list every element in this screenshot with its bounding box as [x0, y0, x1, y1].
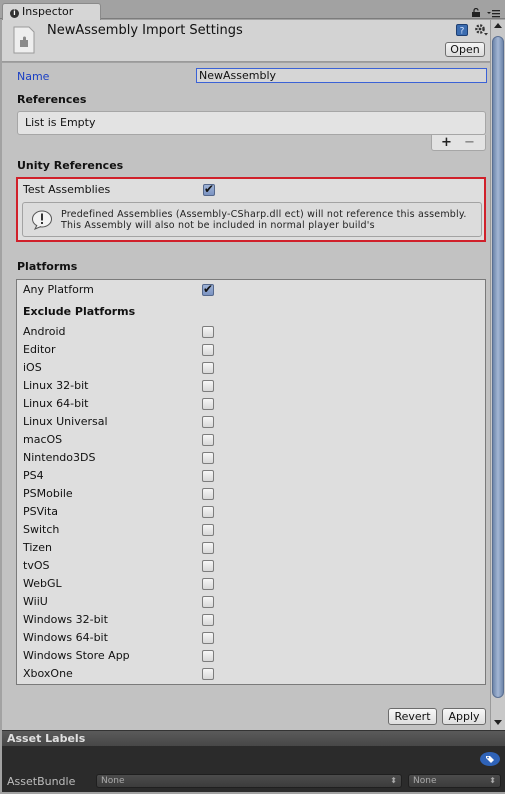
platform-label: Nintendo3DS	[23, 451, 96, 464]
exclude-platform-checkbox[interactable]	[202, 578, 214, 590]
platform-label: iOS	[23, 361, 42, 374]
name-label: Name	[17, 70, 50, 83]
exclude-platform-checkbox[interactable]	[202, 434, 214, 446]
platform-label: Linux Universal	[23, 415, 108, 428]
help-message: Predefined Assemblies (Assembly-CSharp.d…	[61, 209, 467, 231]
platform-label: Tizen	[23, 541, 52, 554]
add-reference-button[interactable]: +	[441, 135, 452, 150]
exclude-platform-checkbox[interactable]	[202, 344, 214, 356]
open-button[interactable]: Open	[445, 42, 485, 57]
exclude-platform-checkbox[interactable]	[202, 488, 214, 500]
asset-bundle-name-dropdown[interactable]: None ⬍	[96, 774, 402, 788]
asset-bundle-name-value: None	[101, 776, 125, 786]
platform-label: Linux 64-bit	[23, 397, 89, 410]
exclude-platform-checkbox[interactable]	[202, 668, 214, 680]
asset-labels-panel: AssetBundle None ⬍ None ⬍	[2, 746, 505, 792]
platform-label: PSMobile	[23, 487, 73, 500]
platform-label: Android	[23, 325, 66, 338]
asset-bundle-variant-value: None	[413, 776, 437, 786]
references-list: List is Empty	[17, 111, 486, 135]
svg-text:?: ?	[460, 27, 465, 37]
platform-label: WebGL	[23, 577, 62, 590]
platform-label: macOS	[23, 433, 63, 446]
exclude-platform-checkbox[interactable]	[202, 560, 214, 572]
platform-label: XboxOne	[23, 667, 73, 680]
vertical-scrollbar[interactable]	[490, 20, 505, 730]
test-assemblies-checkbox[interactable]	[203, 182, 215, 196]
platform-label: Windows 32-bit	[23, 613, 108, 626]
inspector-content: Name References List is Empty + − Unity …	[2, 63, 490, 730]
platform-label: Linux 32-bit	[23, 379, 89, 392]
references-title: References	[17, 93, 87, 106]
platform-label: Windows Store App	[23, 649, 130, 662]
platforms-title: Platforms	[17, 260, 78, 273]
info-icon: i	[10, 9, 19, 18]
remove-reference-button[interactable]: −	[464, 135, 475, 150]
lock-icon[interactable]	[472, 8, 480, 17]
name-input[interactable]	[196, 68, 487, 83]
gear-icon[interactable]	[474, 23, 488, 37]
help-icon[interactable]: ?	[456, 24, 468, 36]
any-platform-checkbox[interactable]	[202, 282, 214, 296]
exclude-platform-checkbox[interactable]	[202, 632, 214, 644]
scroll-down-arrow-icon[interactable]	[494, 720, 502, 725]
exclude-platform-checkbox[interactable]	[202, 398, 214, 410]
test-assemblies-highlight: Test Assemblies Predefined Assemblies (A…	[16, 177, 486, 242]
exclude-platform-checkbox[interactable]	[202, 524, 214, 536]
exclude-platform-checkbox[interactable]	[202, 362, 214, 374]
references-list-footer: + −	[431, 135, 486, 151]
tab-inspector[interactable]: i Inspector	[2, 3, 101, 20]
exclude-platform-checkbox[interactable]	[202, 326, 214, 338]
assembly-definition-icon	[13, 26, 35, 54]
warning-icon	[32, 210, 52, 230]
tab-bar: i Inspector	[0, 0, 505, 20]
help-box: Predefined Assemblies (Assembly-CSharp.d…	[22, 202, 482, 237]
platform-label: PSVita	[23, 505, 59, 518]
revert-button[interactable]: Revert	[388, 708, 437, 725]
dropdown-arrows-icon: ⬍	[390, 776, 397, 785]
exclude-platform-checkbox[interactable]	[202, 542, 214, 554]
platform-label: Switch	[23, 523, 60, 536]
exclude-platform-checkbox[interactable]	[202, 650, 214, 662]
help-message-line-1: Predefined Assemblies (Assembly-CSharp.d…	[61, 209, 467, 220]
tag-icon[interactable]	[480, 752, 500, 766]
page-title: NewAssembly Import Settings	[47, 23, 243, 38]
exclude-platform-checkbox[interactable]	[202, 380, 214, 392]
platform-label: PS4	[23, 469, 44, 482]
platform-label: WiiU	[23, 595, 48, 608]
exclude-platform-checkbox[interactable]	[202, 596, 214, 608]
scroll-up-arrow-icon[interactable]	[494, 23, 502, 28]
test-assemblies-label: Test Assemblies	[23, 183, 111, 196]
asset-bundle-variant-dropdown[interactable]: None ⬍	[408, 774, 501, 788]
tab-label: Inspector	[22, 5, 74, 18]
tab-menu-icon[interactable]	[487, 9, 500, 18]
exclude-platform-checkbox[interactable]	[202, 614, 214, 626]
platform-label: Windows 64-bit	[23, 631, 108, 644]
dropdown-arrows-icon: ⬍	[489, 776, 496, 785]
exclude-platform-checkbox[interactable]	[202, 452, 214, 464]
asset-bundle-label: AssetBundle	[7, 775, 76, 788]
exclude-platform-checkbox[interactable]	[202, 470, 214, 482]
exclude-platform-checkbox[interactable]	[202, 506, 214, 518]
scroll-thumb[interactable]	[492, 36, 504, 698]
help-message-line-2: This Assembly will also not be included …	[61, 220, 375, 231]
apply-button[interactable]: Apply	[442, 708, 486, 725]
inspector-header: NewAssembly Import Settings ? Open	[2, 20, 490, 62]
references-empty-text: List is Empty	[25, 116, 96, 129]
platforms-panel: Any Platform Exclude Platforms Android Ed…	[16, 279, 486, 685]
platform-label: tvOS	[23, 559, 50, 572]
exclude-platforms-title: Exclude Platforms	[23, 305, 136, 318]
any-platform-label: Any Platform	[23, 283, 94, 296]
platform-label: Editor	[23, 343, 56, 356]
asset-labels-header[interactable]: Asset Labels	[2, 730, 505, 746]
exclude-platform-checkbox[interactable]	[202, 416, 214, 428]
unity-references-title: Unity References	[17, 159, 124, 172]
